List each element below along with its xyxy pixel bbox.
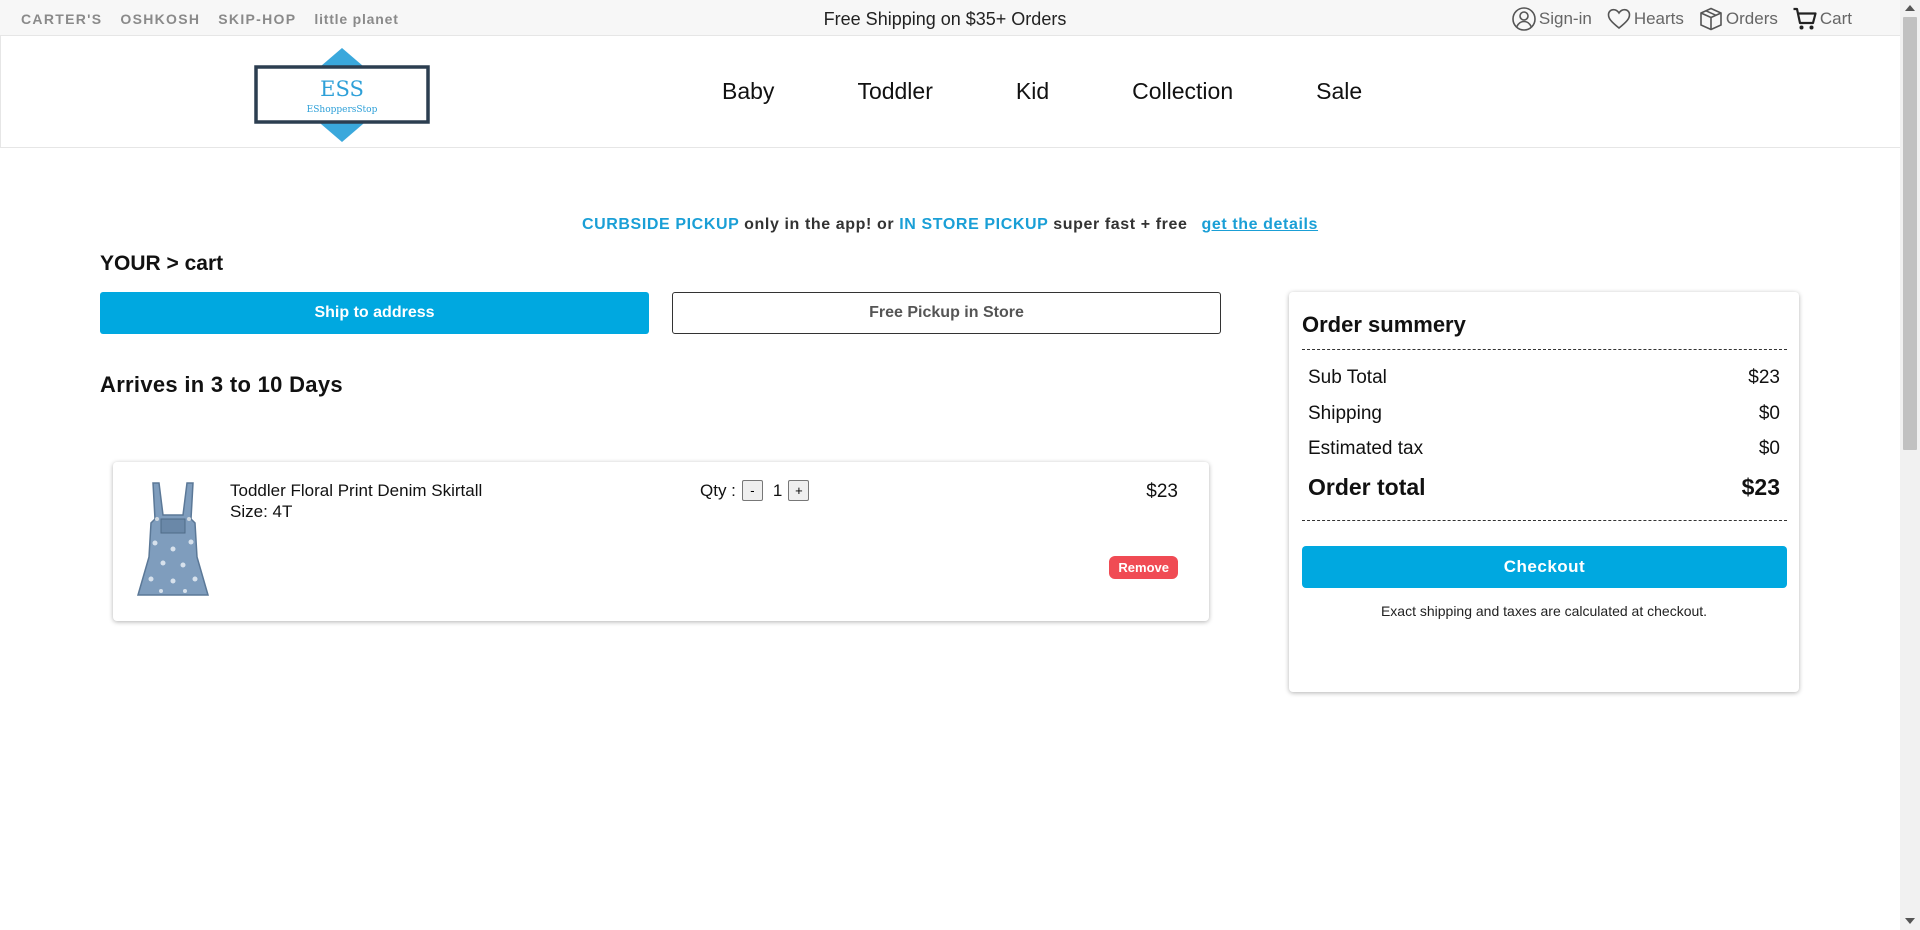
qty-decrease-button[interactable]: - bbox=[741, 480, 763, 501]
sign-in-link[interactable]: Sign-in bbox=[1511, 6, 1592, 32]
cart-icon bbox=[1793, 7, 1817, 30]
summary-divider-top bbox=[1302, 349, 1787, 350]
shipping-label: Shipping bbox=[1308, 403, 1382, 424]
arrival-estimate: Arrives in 3 to 10 Days bbox=[100, 372, 343, 397]
free-pickup-button[interactable]: Free Pickup in Store bbox=[672, 292, 1221, 334]
logo-subtitle: EShoppersStop bbox=[307, 105, 378, 115]
summary-divider-bottom bbox=[1302, 520, 1787, 521]
in-store-pickup-text: IN STORE PICKUP bbox=[899, 216, 1049, 233]
curbside-pickup-text: CURBSIDE PICKUP bbox=[581, 216, 740, 233]
site-header: ESS EShoppersStop Baby Toddler Kid Colle… bbox=[0, 36, 1900, 148]
box-icon bbox=[1700, 7, 1722, 31]
page-scrollbar[interactable] bbox=[1900, 0, 1920, 930]
nav-collection[interactable]: Collection bbox=[1132, 78, 1233, 105]
product-size: Size: 4T bbox=[230, 502, 293, 521]
checkout-button[interactable]: Checkout bbox=[1302, 546, 1787, 588]
qty-label: Qty : bbox=[700, 480, 736, 500]
orders-label: Orders bbox=[1725, 9, 1778, 28]
hearts-link[interactable]: Hearts bbox=[1606, 6, 1684, 32]
checkout-note: Exact shipping and taxes are calculated … bbox=[1380, 603, 1708, 619]
shipping-value: $0 bbox=[1758, 403, 1780, 424]
qty-increase-button[interactable]: + bbox=[788, 480, 810, 501]
scroll-up-arrow-icon[interactable] bbox=[1905, 5, 1915, 11]
page-title: YOUR > cart bbox=[100, 252, 224, 275]
user-circle-icon bbox=[1512, 7, 1536, 31]
get-details-link[interactable]: get the details bbox=[1201, 216, 1318, 233]
nav-baby[interactable]: Baby bbox=[722, 78, 774, 105]
nav-sale[interactable]: Sale bbox=[1316, 78, 1362, 105]
utility-links: Sign-in Hearts Orders Cart bbox=[1511, 6, 1852, 32]
hearts-label: Hearts bbox=[1633, 9, 1684, 28]
order-total-row: Order total $23 bbox=[1308, 474, 1780, 501]
subtotal-row: Sub Total $23 bbox=[1308, 367, 1780, 389]
top-utility-bar: CARTER'S OSHKOSH SKIP-HOP little planet … bbox=[0, 0, 1900, 36]
pickup-text-1: only in the app! or bbox=[739, 216, 900, 233]
cart-item: Toddler Floral Print Denim Skirtall Size… bbox=[113, 462, 1209, 621]
logo-title: ESS bbox=[320, 77, 364, 101]
pickup-text-2: super fast + free bbox=[1048, 216, 1188, 233]
item-price: $23 bbox=[1146, 481, 1178, 502]
order-total-label: Order total bbox=[1308, 474, 1426, 500]
cart-label: Cart bbox=[1819, 9, 1852, 28]
ship-to-address-button[interactable]: Ship to address bbox=[100, 292, 649, 334]
nav-kid[interactable]: Kid bbox=[1016, 78, 1049, 105]
shipping-row: Shipping $0 bbox=[1308, 403, 1780, 425]
summary-title: Order summery bbox=[1302, 312, 1466, 337]
order-summary: Order summery Sub Total $23 Shipping $0 … bbox=[1289, 292, 1799, 692]
heart-icon bbox=[1607, 8, 1631, 30]
orders-link[interactable]: Orders bbox=[1698, 6, 1778, 32]
remove-button[interactable]: Remove bbox=[1109, 556, 1178, 579]
scroll-down-arrow-icon[interactable] bbox=[1905, 918, 1915, 924]
pickup-banner: CURBSIDE PICKUP only in the app! or IN S… bbox=[0, 216, 1900, 234]
main-nav: Baby Toddler Kid Collection Sale bbox=[722, 78, 1445, 105]
qty-value: 1 bbox=[772, 480, 783, 500]
cart-link[interactable]: Cart bbox=[1792, 6, 1852, 32]
product-image[interactable] bbox=[133, 479, 213, 599]
order-total-value: $23 bbox=[1741, 474, 1780, 500]
subtotal-value: $23 bbox=[1748, 367, 1780, 388]
nav-toddler[interactable]: Toddler bbox=[857, 78, 932, 105]
subtotal-label: Sub Total bbox=[1308, 367, 1387, 388]
estimated-tax-value: $0 bbox=[1758, 438, 1780, 459]
sign-in-label: Sign-in bbox=[1538, 9, 1592, 28]
quantity-stepper: Qty : - 1 + bbox=[700, 480, 810, 501]
ess-logo[interactable]: ESS EShoppersStop bbox=[254, 48, 430, 142]
estimated-tax-row: Estimated tax $0 bbox=[1308, 438, 1780, 460]
estimated-tax-label: Estimated tax bbox=[1308, 438, 1424, 459]
scrollbar-thumb[interactable] bbox=[1903, 17, 1917, 450]
product-name[interactable]: Toddler Floral Print Denim Skirtall bbox=[230, 481, 482, 501]
